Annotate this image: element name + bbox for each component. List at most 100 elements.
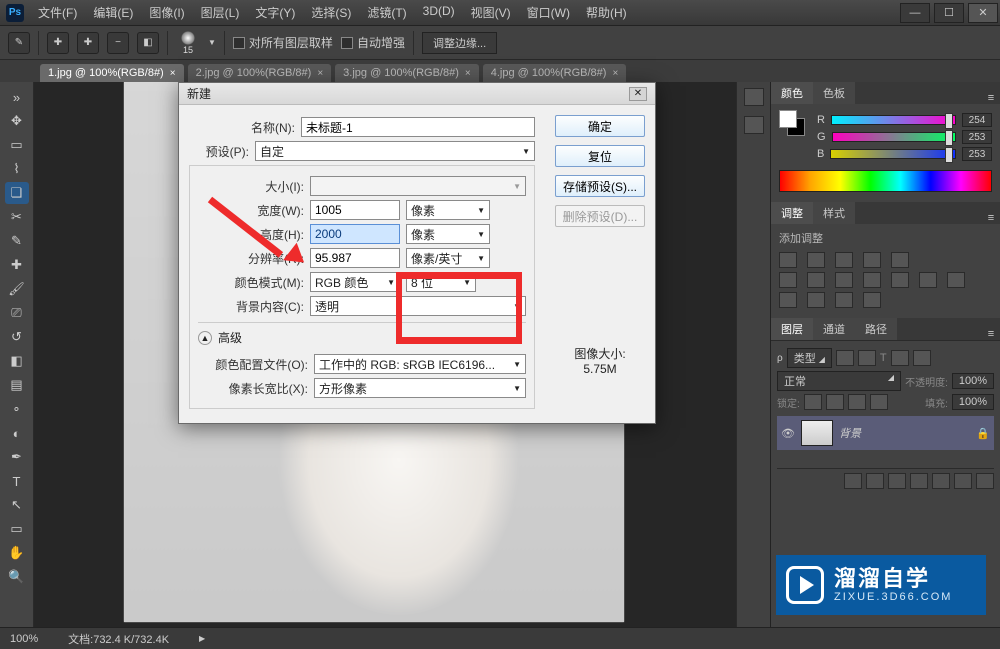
doc-tab-1[interactable]: 1.jpg @ 100%(RGB/8#)× <box>40 64 184 82</box>
tool-shape[interactable]: ▭ <box>5 518 29 540</box>
tab-adjustments[interactable]: 调整 <box>771 202 813 224</box>
color-mode-select[interactable]: RGB 颜色▼ <box>310 272 400 292</box>
g-slider[interactable] <box>832 132 956 142</box>
tool-history-brush[interactable]: ↺ <box>5 326 29 348</box>
add-selection-icon[interactable]: ✚ <box>77 32 99 54</box>
cancel-button[interactable]: 复位 <box>555 145 645 167</box>
height-input[interactable] <box>310 224 400 244</box>
panel-menu-icon[interactable]: ≡ <box>982 328 1000 340</box>
color-spectrum[interactable] <box>779 170 992 192</box>
menu-help[interactable]: 帮助(H) <box>580 2 633 23</box>
intersect-selection-icon[interactable]: ◧ <box>137 32 159 54</box>
doc-tab-2[interactable]: 2.jpg @ 100%(RGB/8#)× <box>188 64 332 82</box>
menu-select[interactable]: 选择(S) <box>305 2 357 23</box>
tool-preset-icon[interactable]: ✎ <box>8 32 30 54</box>
height-unit-select[interactable]: 像素▼ <box>406 224 490 244</box>
layer-filter-select[interactable]: 类型 ◢ <box>787 348 832 368</box>
tool-eyedropper[interactable]: ✎ <box>5 230 29 252</box>
resolution-unit-select[interactable]: 像素/英寸▼ <box>406 248 490 268</box>
g-value[interactable]: 253 <box>962 130 992 144</box>
adj-levels-icon[interactable] <box>807 252 825 268</box>
filter-shape-icon[interactable] <box>891 350 909 366</box>
tab-channels[interactable]: 通道 <box>813 318 855 340</box>
info-icon[interactable] <box>744 116 764 134</box>
lock-pixels-icon[interactable] <box>826 394 844 410</box>
tool-brush[interactable]: 🖌 <box>5 278 29 300</box>
opacity-value[interactable]: 100% <box>952 373 994 389</box>
tool-pen[interactable]: ✒ <box>5 446 29 468</box>
close-icon[interactable]: × <box>317 68 323 79</box>
new-selection-icon[interactable]: ✚ <box>47 32 69 54</box>
adj-exposure-icon[interactable] <box>863 252 881 268</box>
close-icon[interactable]: × <box>465 68 471 79</box>
tool-marquee[interactable]: ▭ <box>5 134 29 156</box>
menu-file[interactable]: 文件(F) <box>32 2 83 23</box>
delete-layer-icon[interactable] <box>976 473 994 489</box>
lock-position-icon[interactable] <box>848 394 866 410</box>
maximize-button[interactable]: ☐ <box>934 3 964 23</box>
tab-layers[interactable]: 图层 <box>771 318 813 340</box>
tool-hand[interactable]: ✋ <box>5 542 29 564</box>
save-preset-button[interactable]: 存储预设(S)... <box>555 175 645 197</box>
tool-type[interactable]: T <box>5 470 29 492</box>
fill-value[interactable]: 100% <box>952 394 994 410</box>
adj-invert-icon[interactable] <box>947 272 965 288</box>
bit-depth-select[interactable]: 8 位▼ <box>406 272 476 292</box>
pixel-aspect-select[interactable]: 方形像素▼ <box>314 378 526 398</box>
close-button[interactable]: ✕ <box>968 3 998 23</box>
lock-transparency-icon[interactable] <box>804 394 822 410</box>
brush-preview[interactable]: 15 <box>176 31 200 55</box>
tool-move[interactable]: ✥ <box>5 110 29 132</box>
resolution-input[interactable] <box>310 248 400 268</box>
background-select[interactable]: 透明▼ <box>310 296 526 316</box>
tool-heal[interactable]: ✚ <box>5 254 29 276</box>
tab-paths[interactable]: 路径 <box>855 318 897 340</box>
layer-thumbnail[interactable] <box>801 420 833 446</box>
menu-window[interactable]: 窗口(W) <box>521 2 576 23</box>
close-icon[interactable]: × <box>612 68 618 79</box>
minimize-button[interactable]: — <box>900 3 930 23</box>
menu-view[interactable]: 视图(V) <box>465 2 517 23</box>
adj-threshold-icon[interactable] <box>807 292 825 308</box>
blend-mode-select[interactable]: 正常 ◢ <box>777 371 901 391</box>
zoom-level[interactable]: 100% <box>10 633 38 645</box>
width-unit-select[interactable]: 像素▼ <box>406 200 490 220</box>
b-value[interactable]: 253 <box>962 147 992 161</box>
filter-adj-icon[interactable] <box>858 350 876 366</box>
tool-zoom[interactable]: 🔍 <box>5 566 29 588</box>
new-group-icon[interactable] <box>932 473 950 489</box>
ok-button[interactable]: 确定 <box>555 115 645 137</box>
chevron-down-icon[interactable]: ▼ <box>208 38 216 47</box>
advanced-toggle[interactable]: ▲ 高级 <box>198 329 526 346</box>
adj-lut-icon[interactable] <box>919 272 937 288</box>
tool-lasso[interactable]: ⌇ <box>5 158 29 180</box>
tool-crop[interactable]: ✂ <box>5 206 29 228</box>
name-input[interactable] <box>301 117 535 137</box>
menu-type[interactable]: 文字(Y) <box>249 2 301 23</box>
tab-color[interactable]: 颜色 <box>771 82 813 104</box>
adj-curves-icon[interactable] <box>835 252 853 268</box>
color-profile-select[interactable]: 工作中的 RGB: sRGB IEC6196...▼ <box>314 354 526 374</box>
adj-vibrance-icon[interactable] <box>891 252 909 268</box>
dialog-titlebar[interactable]: 新建 ✕ <box>179 83 655 105</box>
tool-dodge[interactable]: ◐ <box>5 422 29 444</box>
filter-pixel-icon[interactable] <box>836 350 854 366</box>
dialog-close-icon[interactable]: ✕ <box>629 87 647 101</box>
adj-bw-icon[interactable] <box>835 272 853 288</box>
doc-tab-4[interactable]: 4.jpg @ 100%(RGB/8#)× <box>483 64 627 82</box>
fg-color-swatch[interactable] <box>779 110 797 128</box>
lock-all-icon[interactable] <box>870 394 888 410</box>
panel-menu-icon[interactable]: ≡ <box>982 92 1000 104</box>
preset-select[interactable]: 自定▼ <box>255 141 535 161</box>
menu-edit[interactable]: 编辑(E) <box>87 2 139 23</box>
tool-quick-select[interactable]: ❏ <box>5 182 29 204</box>
tab-styles[interactable]: 样式 <box>813 202 855 224</box>
visibility-eye-icon[interactable]: 👁 <box>781 427 795 440</box>
adj-selective-icon[interactable] <box>863 292 881 308</box>
layer-row-background[interactable]: 👁 背景 🔒 <box>777 416 994 450</box>
sub-selection-icon[interactable]: − <box>107 32 129 54</box>
tool-eraser[interactable]: ◧ <box>5 350 29 372</box>
b-slider[interactable] <box>830 149 956 159</box>
tool-path[interactable]: ↖ <box>5 494 29 516</box>
adj-channel-mixer-icon[interactable] <box>891 272 909 288</box>
